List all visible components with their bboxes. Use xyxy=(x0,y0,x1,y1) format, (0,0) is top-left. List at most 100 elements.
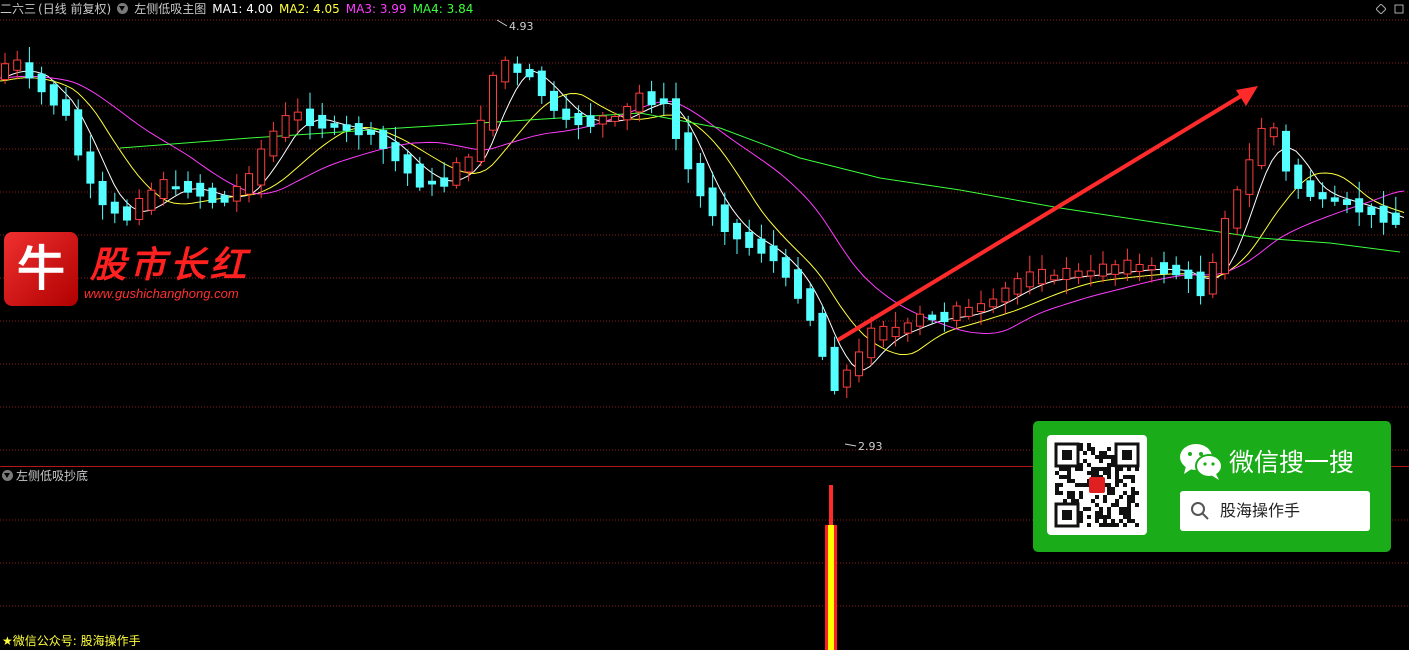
candle-body xyxy=(220,195,229,203)
indicator-name[interactable]: 左侧低吸主图 xyxy=(134,2,206,16)
candle-body xyxy=(147,189,156,211)
candle-body xyxy=(330,123,339,128)
sub-chart-title[interactable]: 左侧低吸抄底 xyxy=(16,469,88,483)
candle-body xyxy=(598,115,607,125)
candle-body xyxy=(867,327,876,359)
sub-chart-header: 左侧低吸抄底 xyxy=(2,468,88,484)
restore-icon[interactable] xyxy=(1394,4,1404,14)
candle-body xyxy=(257,148,266,186)
candle-body xyxy=(1135,263,1144,272)
watermark-logo: 牛 股市长红 www.gushichanghong.com xyxy=(4,232,294,312)
candle-body xyxy=(781,257,790,278)
candle-body xyxy=(1013,278,1022,295)
candle-body xyxy=(647,91,656,106)
ma4-line xyxy=(119,112,1401,253)
candle-body xyxy=(806,288,815,321)
candle-body xyxy=(513,63,522,73)
candle-body xyxy=(916,313,924,327)
candle-body xyxy=(342,124,351,131)
candle-body xyxy=(891,326,900,338)
candle-body xyxy=(757,238,766,254)
moving-average-lines xyxy=(0,70,1405,371)
candle-body xyxy=(13,59,22,71)
candle-body xyxy=(989,298,998,308)
candle-body xyxy=(208,187,217,203)
candle-body xyxy=(1025,271,1034,288)
candle-body xyxy=(1147,265,1156,271)
candle-body xyxy=(403,154,412,174)
candle-body xyxy=(452,162,461,186)
candle-body xyxy=(964,306,973,317)
candle-body xyxy=(245,173,253,195)
candle-body xyxy=(1257,127,1266,167)
candle-body xyxy=(135,198,144,220)
candle-body xyxy=(1233,189,1242,229)
search-icon xyxy=(1191,502,1209,520)
candle-body xyxy=(110,201,119,214)
ma2-line xyxy=(0,77,1405,356)
candle-body xyxy=(171,186,180,190)
chart-header: 二六三 (日线 前复权) 左侧低吸主图 MA1: 4.00 MA2: 4.05 MA3: … xyxy=(0,0,1409,18)
candle-body xyxy=(818,312,827,357)
candle-body xyxy=(318,114,327,129)
candle-body xyxy=(550,90,558,111)
candle-body xyxy=(37,73,46,93)
candle-body xyxy=(855,351,863,377)
candle-body xyxy=(428,180,436,185)
candle-body xyxy=(684,132,693,170)
candle-body xyxy=(1160,262,1168,275)
candle-body xyxy=(1,63,9,80)
period-label[interactable]: (日线 前复权) xyxy=(38,2,111,16)
candle-body xyxy=(1086,270,1095,277)
candle-body xyxy=(232,186,241,202)
candle-body xyxy=(623,106,632,121)
trend-arrow xyxy=(836,86,1258,342)
candle-body xyxy=(794,269,802,299)
candle-body xyxy=(391,142,400,162)
candle-body xyxy=(1038,268,1046,285)
candle-body xyxy=(25,62,34,79)
candle-body xyxy=(940,311,949,323)
candle-body xyxy=(415,163,424,188)
candle-body xyxy=(672,98,680,139)
candle-body xyxy=(1355,198,1364,213)
candle-body xyxy=(1330,197,1339,202)
candle-body xyxy=(733,222,741,240)
candle-body xyxy=(562,108,571,120)
candle-body xyxy=(745,231,754,248)
candle-body xyxy=(306,108,314,127)
candle-body xyxy=(1221,218,1229,275)
candle-body xyxy=(525,69,534,78)
candle-body xyxy=(696,162,705,197)
stock-name[interactable]: 二六三 xyxy=(0,2,36,16)
ma1-line xyxy=(0,70,1405,371)
candle-body xyxy=(586,115,595,127)
candle-body xyxy=(952,305,961,321)
candle-body xyxy=(123,206,131,221)
dropdown-icon[interactable] xyxy=(117,3,129,14)
dropdown-icon[interactable] xyxy=(2,470,13,481)
wechat-search-box: 股海操作手 xyxy=(1180,491,1370,531)
candle-body xyxy=(379,130,388,149)
candle-body xyxy=(1294,164,1303,189)
candle-body xyxy=(1282,130,1290,172)
ma3-label: MA3: 3.99 xyxy=(345,2,407,16)
search-keyword: 股海操作手 xyxy=(1220,501,1301,520)
candle-body xyxy=(98,180,107,206)
wechat-search-card: 微信搜一搜 股海操作手 xyxy=(1033,421,1391,552)
candle-body xyxy=(537,70,546,97)
candle-body xyxy=(367,129,375,135)
candle-body xyxy=(1343,199,1351,205)
candle-body xyxy=(354,123,363,136)
candle-body xyxy=(476,119,485,162)
candle-body xyxy=(269,130,278,157)
candle-body xyxy=(1391,212,1400,225)
low-price-label: 2.93 xyxy=(858,440,883,453)
candle-body xyxy=(489,74,497,131)
candle-body xyxy=(159,179,168,200)
candle-body xyxy=(1123,259,1132,275)
candles xyxy=(1,46,1400,398)
ma4-label: MA4: 3.84 xyxy=(412,2,474,16)
candle-body xyxy=(1050,274,1059,281)
diamond-icon[interactable] xyxy=(1376,4,1386,14)
